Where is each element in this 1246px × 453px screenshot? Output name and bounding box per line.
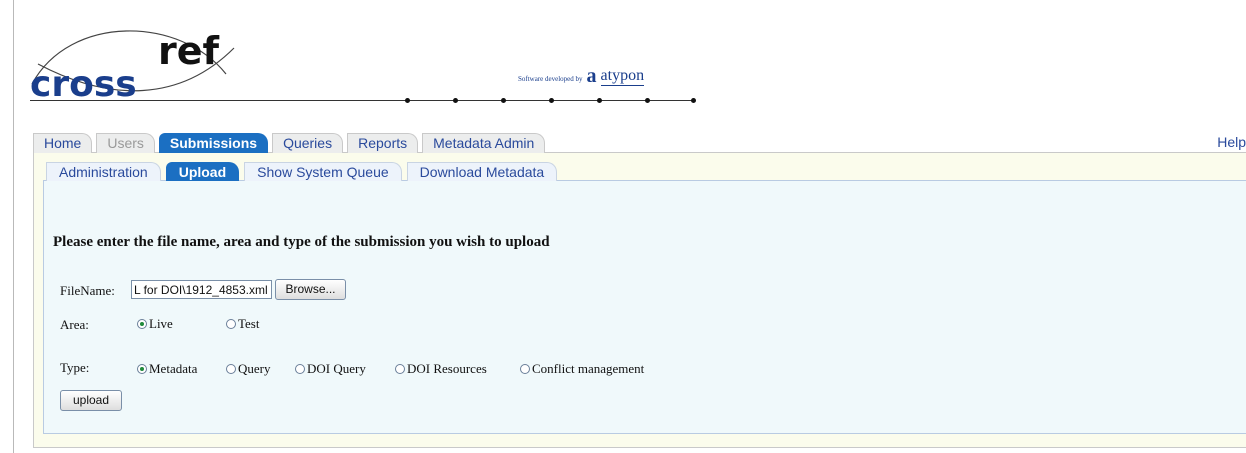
- crossref-logo: cross ref: [30, 29, 235, 104]
- area-label: Area:: [60, 317, 89, 332]
- main-nav: Home Users Submissions Queries Reports M…: [33, 133, 549, 153]
- type-doi-resources-label: DOI Resources: [407, 361, 487, 376]
- tab-home[interactable]: Home: [33, 133, 93, 153]
- sub-nav: Administration Upload Show System Queue …: [46, 162, 562, 181]
- filename-input[interactable]: [131, 280, 272, 299]
- radio-unselected-icon: [295, 364, 305, 374]
- type-conflict-management-radio[interactable]: Conflict management: [520, 361, 644, 377]
- subtab-administration[interactable]: Administration: [46, 162, 161, 181]
- tab-submissions[interactable]: Submissions: [158, 133, 269, 153]
- type-label: Type:: [60, 360, 90, 375]
- type-doi-query-radio[interactable]: DOI Query: [295, 361, 366, 377]
- subtab-upload[interactable]: Upload: [165, 162, 240, 181]
- radio-unselected-icon: [395, 364, 405, 374]
- atypon-logo-icon: a: [586, 65, 597, 87]
- area-live-label: Live: [149, 316, 173, 331]
- type-query-label: Query: [238, 361, 271, 376]
- area-test-label: Test: [238, 316, 260, 331]
- subtab-download-metadata[interactable]: Download Metadata: [406, 162, 558, 181]
- radio-unselected-icon: [520, 364, 530, 374]
- help-link[interactable]: Help: [1217, 133, 1246, 152]
- header-rule: [30, 100, 694, 101]
- type-query-radio[interactable]: Query: [226, 361, 271, 377]
- area-live-radio[interactable]: Live: [137, 316, 173, 332]
- subtab-show-system-queue[interactable]: Show System Queue: [244, 162, 402, 181]
- developer-name: atypon: [600, 67, 645, 86]
- filename-label: FileName:: [60, 283, 115, 298]
- type-metadata-radio[interactable]: Metadata: [137, 361, 197, 377]
- tab-users[interactable]: Users: [96, 133, 155, 153]
- tab-queries[interactable]: Queries: [272, 133, 344, 153]
- developer-credit: Software developed by a atypon: [518, 65, 645, 87]
- tab-metadata-admin[interactable]: Metadata Admin: [422, 133, 546, 153]
- radio-selected-icon: [137, 364, 147, 374]
- logo-text-right: ref: [158, 29, 220, 73]
- developer-prefix: Software developed by: [518, 75, 583, 83]
- radio-unselected-icon: [226, 319, 236, 329]
- type-doi-resources-radio[interactable]: DOI Resources: [395, 361, 487, 377]
- type-conflict-management-label: Conflict management: [532, 361, 645, 376]
- area-test-radio[interactable]: Test: [226, 316, 259, 332]
- radio-unselected-icon: [226, 364, 236, 374]
- logo-text-left: cross: [30, 64, 137, 104]
- instruction-text: Please enter the file name, area and typ…: [53, 234, 550, 250]
- upload-panel: [43, 180, 1246, 434]
- type-doi-query-label: DOI Query: [307, 361, 366, 376]
- left-border: [13, 0, 14, 453]
- browse-button[interactable]: Browse...: [275, 279, 346, 300]
- radio-selected-icon: [137, 319, 147, 329]
- upload-button[interactable]: upload: [60, 390, 122, 411]
- type-metadata-label: Metadata: [149, 361, 198, 376]
- tab-reports[interactable]: Reports: [347, 133, 419, 153]
